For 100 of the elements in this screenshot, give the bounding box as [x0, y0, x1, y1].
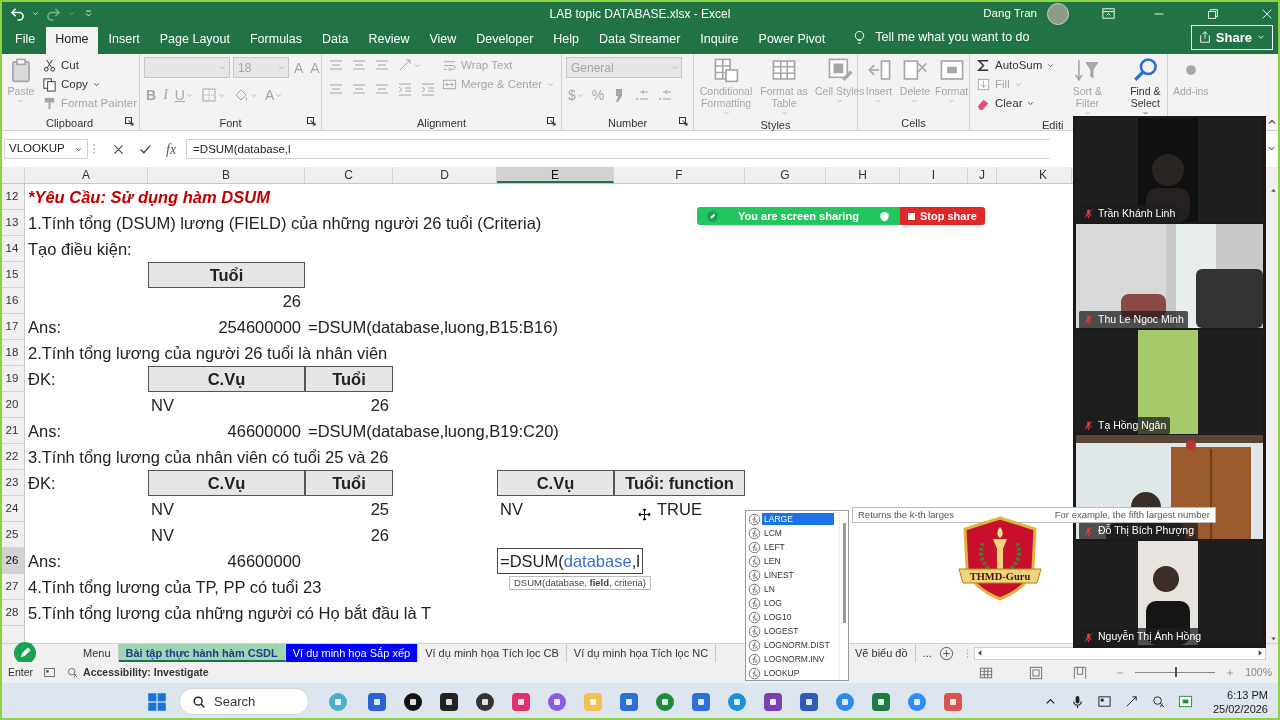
- cancel-icon[interactable]: [112, 142, 125, 156]
- row-header[interactable]: 17: [0, 314, 25, 340]
- column-header[interactable]: A: [25, 167, 148, 183]
- row-header[interactable]: 20: [0, 392, 25, 418]
- function-suggestion[interactable]: LEN: [748, 554, 839, 568]
- row-header[interactable]: 23: [0, 470, 25, 496]
- find-select-button[interactable]: Find & Select: [1117, 57, 1174, 117]
- word-icon[interactable]: [798, 690, 820, 713]
- function-suggestion[interactable]: LINEST: [748, 568, 839, 582]
- horizontal-scrollbar[interactable]: [974, 646, 1266, 660]
- function-suggestion[interactable]: LOG10: [748, 610, 839, 624]
- page-layout-icon[interactable]: [1029, 665, 1044, 680]
- start-icon[interactable]: [147, 691, 167, 712]
- redo-icon[interactable]: [46, 6, 61, 21]
- cut-button[interactable]: Cut: [40, 57, 140, 74]
- row-header[interactable]: 21: [0, 418, 25, 444]
- row-header[interactable]: 28: [0, 600, 25, 626]
- browser-icon[interactable]: [726, 690, 748, 713]
- spreadsheet-icon[interactable]: [870, 690, 892, 713]
- add-sheet-icon[interactable]: [938, 645, 954, 661]
- ribbon-tab[interactable]: Home: [46, 27, 98, 54]
- function-suggestion[interactable]: LOOKUP: [748, 666, 839, 680]
- ribbon-tab[interactable]: Data: [313, 27, 358, 54]
- row-header[interactable]: 19: [0, 366, 25, 392]
- row-header[interactable]: 12: [0, 184, 25, 210]
- ribbon-tab[interactable]: Power Pivot: [749, 27, 835, 54]
- copilot-icon[interactable]: [546, 690, 568, 713]
- dialog-launcher-icon[interactable]: [306, 116, 318, 128]
- ribbon-tab[interactable]: Page Layout: [150, 27, 239, 54]
- accessibility-icon[interactable]: [66, 666, 80, 679]
- row-header[interactable]: 13: [0, 210, 25, 236]
- dialog-launcher-icon[interactable]: [678, 116, 690, 128]
- zoom-slider-thumb[interactable]: [1175, 667, 1178, 677]
- insert-function-button[interactable]: fx: [166, 138, 177, 160]
- function-suggestion[interactable]: LN: [748, 582, 839, 596]
- ribbon-tab[interactable]: Insert: [99, 27, 149, 54]
- clear-button[interactable]: Clear: [974, 95, 1058, 112]
- store-icon[interactable]: [618, 690, 640, 713]
- row-header[interactable]: 25: [0, 522, 25, 548]
- row-header[interactable]: 26: [0, 548, 25, 574]
- ribbon-tab[interactable]: Inquire: [691, 27, 748, 54]
- ribbon-tab[interactable]: File: [6, 27, 45, 54]
- restore-icon[interactable]: [1206, 6, 1220, 21]
- column-header[interactable]: B: [148, 167, 305, 183]
- column-header[interactable]: E: [497, 167, 614, 183]
- function-suggestion[interactable]: LCM: [748, 526, 839, 540]
- ribbon-tab[interactable]: View: [420, 27, 466, 54]
- row-header[interactable]: 27: [0, 574, 25, 600]
- ribbon-tab[interactable]: Developer: [467, 27, 543, 54]
- widget-icon[interactable]: [327, 690, 349, 713]
- formula-field[interactable]: =DSUM(database,l: [186, 139, 1051, 159]
- undo-icon[interactable]: [10, 6, 25, 21]
- page-break-icon[interactable]: [1073, 665, 1088, 680]
- sheet-tab[interactable]: Ví dụ minh họa Sắp xếp: [285, 644, 419, 662]
- sheet-tab[interactable]: Bài tập thực hành hàm CSDL: [118, 644, 286, 662]
- normal-view-icon[interactable]: [979, 665, 994, 680]
- search-field[interactable]: Search: [179, 688, 309, 715]
- ribbon-tab[interactable]: Data Streamer: [590, 27, 690, 54]
- scroll-thumb[interactable]: [842, 523, 846, 623]
- cell-editor[interactable]: =DSUM(database,l: [497, 548, 643, 574]
- function-suggestion[interactable]: LOGNORM.DIST: [748, 638, 839, 652]
- name-box[interactable]: VLOOKUP: [4, 139, 88, 159]
- function-suggestion[interactable]: LOG: [748, 596, 839, 610]
- tell-me-field[interactable]: Tell me what you want to do: [875, 28, 1030, 47]
- enter-icon[interactable]: [139, 142, 152, 156]
- row-header[interactable]: 15: [0, 262, 25, 288]
- row-header[interactable]: 22: [0, 444, 25, 470]
- ribbon-tab[interactable]: Review: [359, 27, 419, 54]
- column-header[interactable]: C: [305, 167, 393, 183]
- copy-button[interactable]: Copy: [40, 76, 140, 93]
- row-header[interactable]: 24: [0, 496, 25, 522]
- column-header[interactable]: J: [968, 167, 997, 183]
- stop-share-button[interactable]: Stop share: [900, 207, 985, 225]
- app-icon[interactable]: [438, 690, 460, 713]
- accessibility-status[interactable]: Accessibility: Investigate: [83, 664, 209, 681]
- ribbon-tab[interactable]: Help: [544, 27, 589, 54]
- scissors-icon[interactable]: [942, 690, 964, 713]
- row-header[interactable]: 14: [0, 236, 25, 262]
- function-suggestion[interactable]: LOGNORM.INV: [748, 652, 839, 666]
- video-call-icon[interactable]: [906, 690, 928, 713]
- share-button[interactable]: Share: [1190, 24, 1273, 50]
- zoom-in-icon[interactable]: [1225, 667, 1236, 678]
- scroll-up-icon[interactable]: [1268, 186, 1278, 195]
- more-tabs-button[interactable]: ...: [915, 644, 939, 662]
- ribbon-display-icon[interactable]: [1101, 6, 1116, 21]
- battery-icon[interactable]: [1177, 694, 1193, 709]
- column-header[interactable]: G: [745, 167, 826, 183]
- column-header[interactable]: I: [900, 167, 968, 183]
- app-icon[interactable]: [474, 690, 496, 713]
- column-header[interactable]: F: [614, 167, 745, 183]
- caret-icon[interactable]: [31, 9, 40, 18]
- function-suggestion[interactable]: LOGEST: [748, 624, 839, 638]
- ribbon-tab[interactable]: Formulas: [240, 27, 312, 54]
- column-header[interactable]: H: [826, 167, 900, 183]
- autosum-button[interactable]: AutoSum: [974, 57, 1058, 74]
- column-header[interactable]: K: [997, 167, 1072, 183]
- dialog-launcher-icon[interactable]: [124, 116, 136, 128]
- chat-icon[interactable]: [834, 690, 856, 713]
- function-suggestion[interactable]: LEFT: [748, 540, 839, 554]
- app-icon[interactable]: [402, 690, 424, 713]
